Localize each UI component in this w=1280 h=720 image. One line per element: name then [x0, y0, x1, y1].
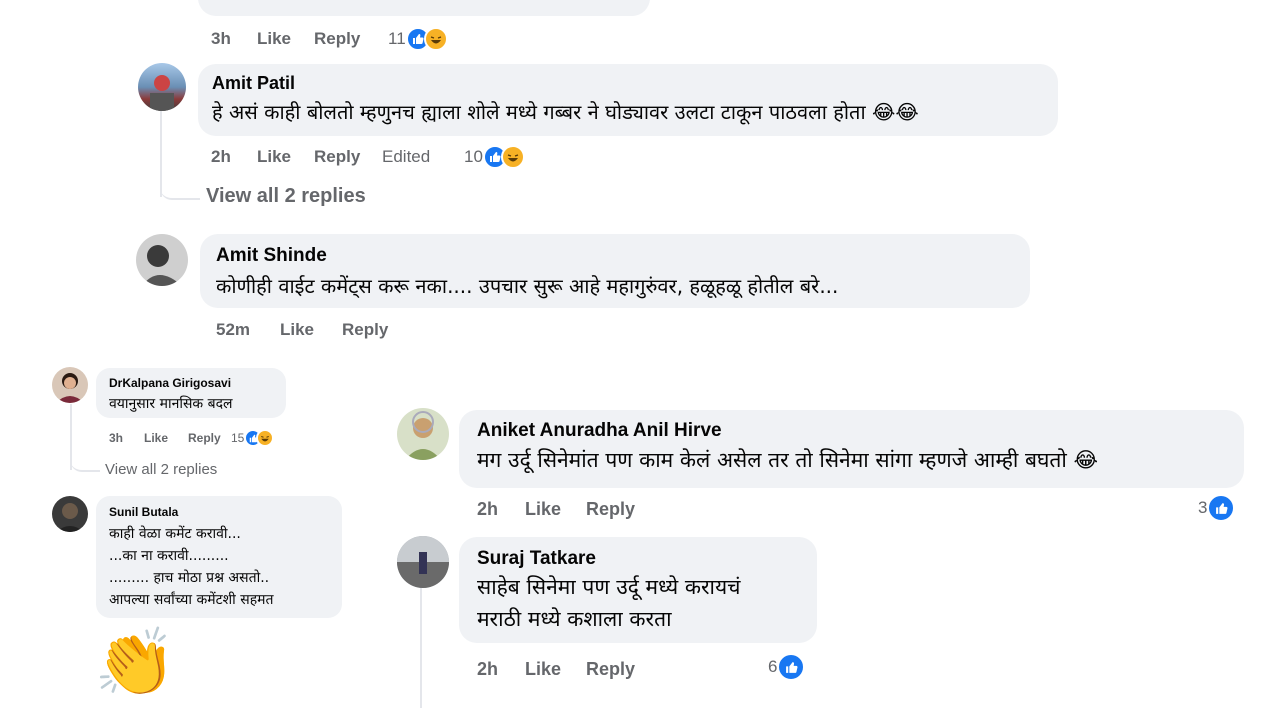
comment-text-line: ...का ना करावी......... — [109, 548, 229, 564]
haha-reaction-icon — [423, 27, 448, 51]
view-replies-link[interactable]: View all 2 replies — [206, 185, 366, 208]
reply-button[interactable]: Reply — [314, 29, 388, 49]
haha-reaction-icon — [256, 429, 275, 447]
comment-meta-row: 3h Like Reply 11 — [211, 27, 448, 51]
comment-meta-row: 52m Like Reply — [216, 318, 388, 342]
comment-author[interactable]: Amit Shinde — [216, 245, 327, 267]
reaction-summary[interactable]: 15 — [231, 429, 275, 447]
reaction-count: 15 — [231, 431, 245, 445]
comment-text: हे असं काही बोलतो म्हणुनच ह्याला शोले मध… — [212, 100, 919, 124]
comment-text-line: आपल्या सर्वांच्या कमेंटशी सहमत — [109, 592, 274, 608]
comment-time[interactable]: 52m — [216, 320, 280, 340]
comment-meta-row: 2h Like Reply — [477, 656, 635, 682]
reaction-summary[interactable]: 6 — [768, 653, 806, 681]
comment-text: कोणीही वाईट कमेंट्स करू नका.... उपचार सु… — [216, 274, 839, 298]
comment-bubble-truncated — [198, 0, 650, 16]
like-reaction-icon — [1207, 494, 1236, 522]
reaction-count: 3 — [1198, 498, 1208, 517]
comment-author[interactable]: Suraj Tatkare — [477, 548, 596, 570]
like-button[interactable]: Like — [525, 499, 586, 520]
comment-time[interactable]: 3h — [109, 431, 144, 445]
reaction-summary[interactable]: 3 — [1198, 494, 1236, 522]
like-reaction-icon — [777, 653, 806, 681]
reply-button[interactable]: Reply — [314, 147, 382, 167]
reply-button[interactable]: Reply — [586, 659, 635, 680]
comment-time[interactable]: 2h — [477, 499, 525, 520]
comment-meta-row: 2h Like Reply — [477, 496, 635, 522]
comment-time[interactable]: 2h — [211, 147, 257, 167]
comment-meta-row: 2h Like Reply Edited 10 — [211, 145, 525, 169]
haha-reaction-icon — [500, 145, 525, 169]
avatar[interactable] — [136, 234, 188, 286]
reply-button[interactable]: Reply — [342, 320, 388, 340]
reaction-summary[interactable]: 11 — [388, 27, 448, 51]
reaction-count: 6 — [768, 657, 778, 676]
reaction-count: 11 — [388, 29, 406, 48]
view-replies-link[interactable]: View all 2 replies — [105, 461, 217, 478]
comment-author[interactable]: Sunil Butala — [109, 505, 178, 519]
like-button[interactable]: Like — [280, 320, 342, 340]
thread-line — [420, 588, 422, 708]
comment-author[interactable]: DrKalpana Girigosavi — [109, 376, 231, 390]
avatar[interactable] — [52, 367, 88, 403]
clapping-hands-sticker: 👏 — [94, 624, 177, 701]
like-button[interactable]: Like — [257, 29, 314, 49]
comment-text: मग उर्दू सिनेमांत पण काम केलं असेल तर तो… — [477, 448, 1098, 472]
reply-button[interactable]: Reply — [586, 499, 635, 520]
like-button[interactable]: Like — [525, 659, 586, 680]
edited-label: Edited — [382, 147, 431, 166]
comment-time[interactable]: 2h — [477, 659, 525, 680]
like-button[interactable]: Like — [257, 147, 314, 167]
comment-time[interactable]: 3h — [211, 29, 257, 49]
like-button[interactable]: Like — [144, 431, 188, 445]
thread-connector — [70, 452, 100, 472]
avatar[interactable] — [397, 536, 449, 588]
comment-text: वयानुसार मानसिक बदल — [109, 396, 233, 412]
avatar[interactable] — [52, 496, 88, 532]
comment-meta-row: 3h Like Reply 15 — [109, 429, 275, 447]
comment-text-line: साहेब सिनेमा पण उर्दू मध्ये करायचं — [477, 575, 741, 599]
avatar[interactable] — [138, 63, 186, 111]
comment-text-line: काही वेळा कमेंट करावी... — [109, 526, 241, 542]
comment-author[interactable]: Aniket Anuradha Anil Hirve — [477, 420, 722, 442]
reaction-count: 10 — [464, 147, 483, 166]
comment-author[interactable]: Amit Patil — [212, 73, 295, 94]
comment-text-line: ......... हाच मोठा प्रश्न असतो.. — [109, 570, 270, 586]
thread-connector — [160, 170, 200, 200]
comment-text-line: मराठी मध्ये कशाला करता — [477, 607, 672, 631]
reaction-summary[interactable]: 10 — [464, 145, 525, 169]
avatar[interactable] — [397, 408, 449, 460]
reply-button[interactable]: Reply — [188, 431, 231, 445]
